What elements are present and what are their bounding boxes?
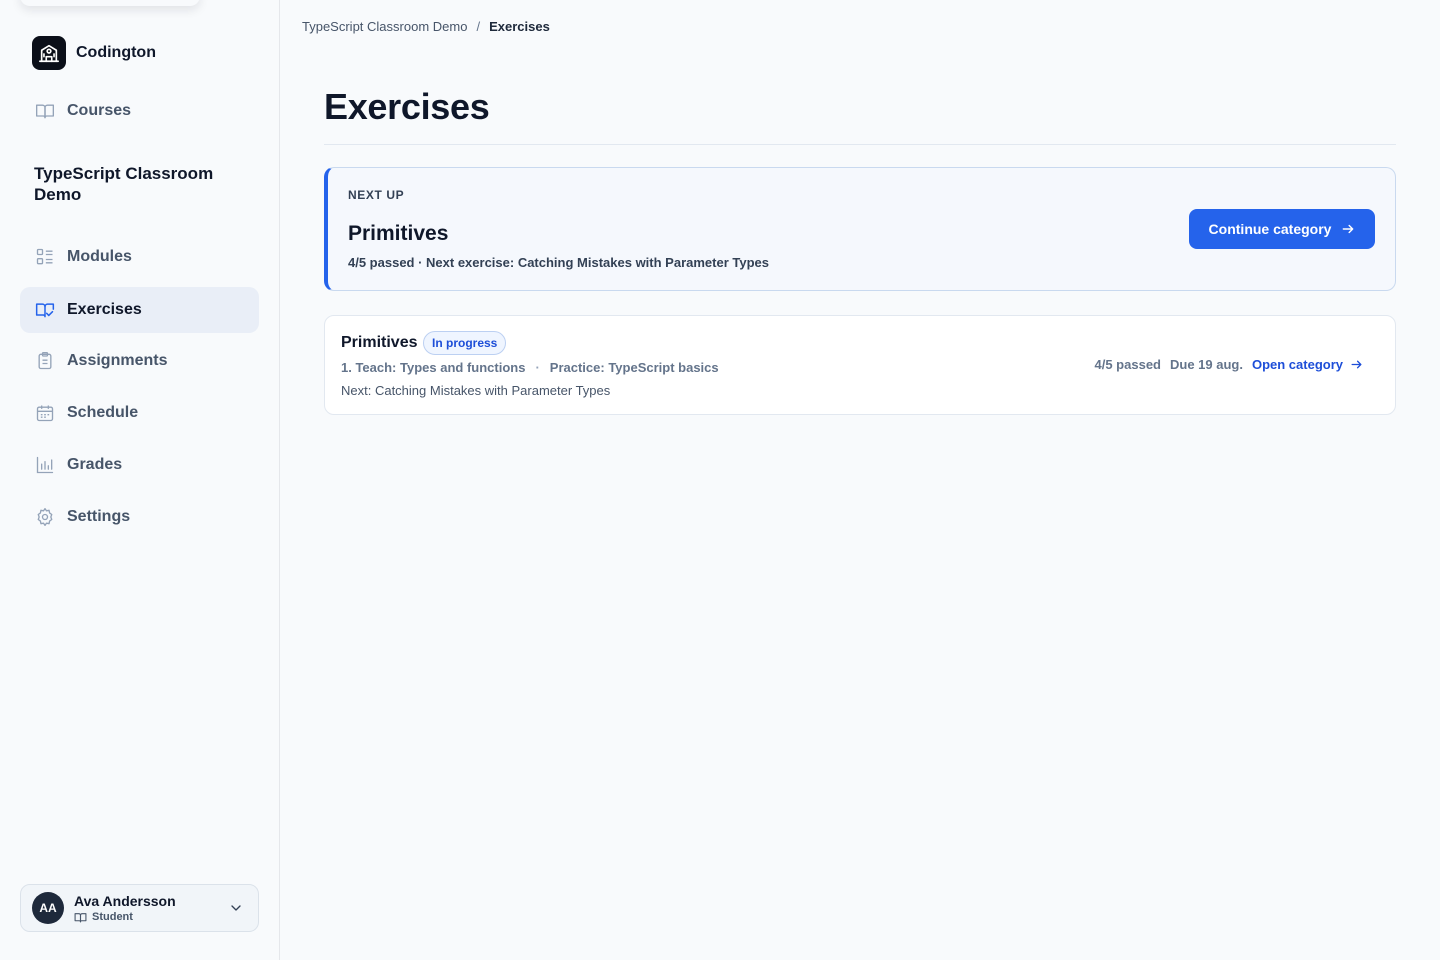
sidebar-item-label: Settings: [67, 508, 131, 525]
arrow-right-icon: [1350, 358, 1363, 371]
sidebar-item-label: Modules: [67, 248, 132, 265]
category-due-date: Due 19 aug.: [1170, 357, 1243, 372]
arrow-right-icon: [1341, 222, 1355, 236]
sidebar-top-shadow: [20, 0, 200, 6]
continue-category-label: Continue category: [1208, 221, 1332, 237]
sidebar-item-grades[interactable]: Grades: [20, 442, 259, 488]
title-divider: [324, 144, 1396, 145]
list-icon: [35, 247, 55, 267]
next-up-card: NEXT UP Primitives 4/5 passed · Next exe…: [324, 167, 1396, 291]
school-logo-icon: [32, 36, 66, 70]
continue-category-button[interactable]: Continue category: [1189, 209, 1375, 249]
calendar-icon: [35, 403, 55, 423]
user-name: Ava Andersson: [74, 892, 176, 909]
category-tag-teach: 1. Teach: Types and functions: [341, 360, 526, 375]
breadcrumb-separator: /: [476, 19, 481, 34]
category-tag-practice: Practice: TypeScript basics: [549, 360, 719, 375]
nav-courses[interactable]: Courses: [20, 88, 259, 134]
user-meta: Ava Andersson Student: [74, 893, 176, 924]
sidebar-item-label: Grades: [67, 456, 123, 473]
status-badge: In progress: [423, 331, 507, 355]
nav-courses-label: Courses: [67, 102, 132, 119]
breadcrumb-course-link[interactable]: TypeScript Classroom Demo: [302, 19, 467, 34]
next-up-subtitle: 4/5 passed · Next exercise: Catching Mis…: [348, 255, 769, 270]
category-next-exercise: Next: Catching Mistakes with Parameter T…: [341, 383, 611, 398]
tag-separator: ·: [535, 360, 540, 375]
sidebar-item-label: Assignments: [67, 352, 168, 369]
user-menu[interactable]: AA Ava Andersson Student: [20, 884, 259, 932]
clipboard-icon: [35, 351, 55, 371]
sidebar: Codington Courses TypeScript Classroom D…: [0, 0, 280, 960]
next-up-title: Primitives: [348, 222, 449, 245]
book-open-icon: [74, 911, 87, 924]
page-title: Exercises: [324, 86, 490, 127]
sidebar-item-label: Schedule: [67, 404, 139, 421]
book-check-icon: [35, 300, 55, 320]
user-role: Student: [74, 911, 176, 924]
brand[interactable]: Codington: [32, 36, 156, 70]
breadcrumb: TypeScript Classroom Demo / Exercises: [302, 19, 550, 34]
book-open-icon: [35, 101, 55, 121]
breadcrumb-current: Exercises: [489, 19, 550, 34]
course-title: TypeScript Classroom Demo: [34, 164, 214, 204]
open-category-label: Open category: [1251, 357, 1343, 372]
brand-name: Codington: [76, 44, 156, 61]
sidebar-item-modules[interactable]: Modules: [20, 234, 259, 280]
category-tags: 1. Teach: Types and functions · Practice…: [341, 360, 719, 375]
category-meta: 4/5 passed Due 19 aug. Open category: [1095, 357, 1364, 372]
user-role-label: Student: [92, 911, 133, 923]
sidebar-item-label: Exercises: [67, 301, 142, 318]
category-card[interactable]: Primitives In progress 1. Teach: Types a…: [324, 315, 1396, 415]
chevron-down-icon[interactable]: [228, 900, 244, 916]
sidebar-item-assignments[interactable]: Assignments: [20, 338, 259, 384]
avatar: AA: [32, 892, 64, 924]
open-category-link[interactable]: Open category: [1252, 357, 1363, 372]
sidebar-item-schedule[interactable]: Schedule: [20, 390, 259, 436]
bar-chart-icon: [35, 455, 55, 475]
next-up-eyebrow: NEXT UP: [348, 188, 405, 202]
category-title: Primitives: [341, 334, 418, 351]
category-passed-count: 4/5 passed: [1094, 357, 1162, 372]
gear-icon: [35, 507, 55, 527]
sidebar-item-settings[interactable]: Settings: [20, 494, 259, 540]
sidebar-item-exercises[interactable]: Exercises: [20, 287, 259, 333]
